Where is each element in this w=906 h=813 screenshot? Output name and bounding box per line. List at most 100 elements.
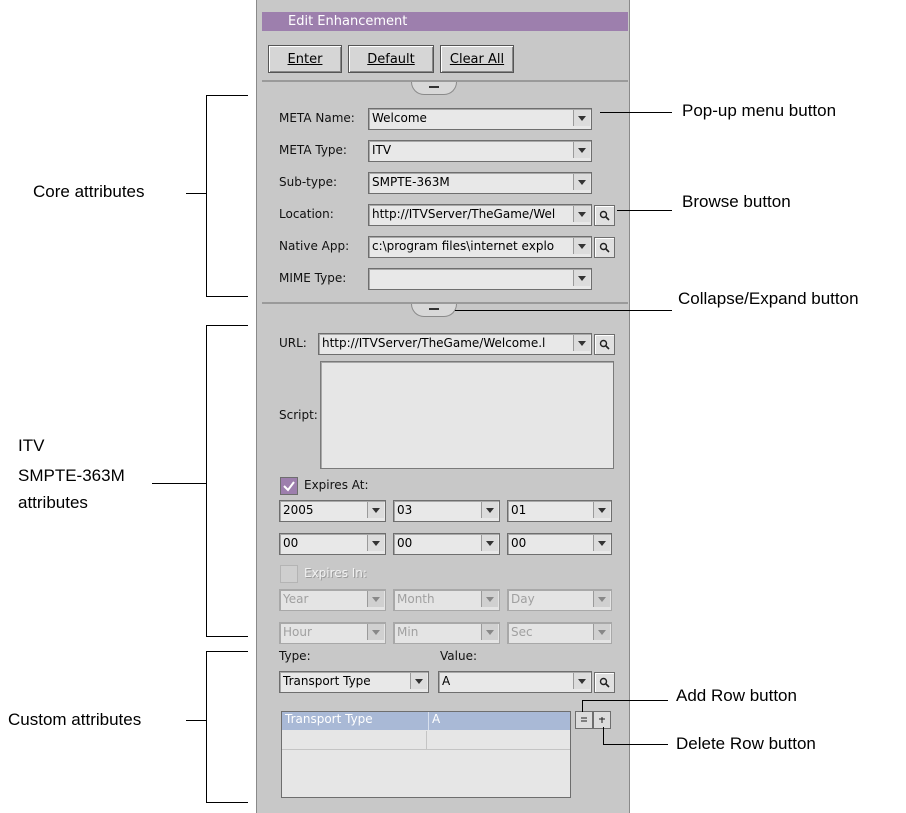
custom-browse-button[interactable] <box>594 672 615 693</box>
bracket-line <box>206 802 248 803</box>
bracket-line <box>206 325 248 326</box>
clear-all-button[interactable]: Clear All <box>440 45 514 73</box>
mime-type-label: MIME Type: <box>279 271 347 285</box>
expires-month-select[interactable]: 03 <box>393 500 500 522</box>
browse-button-callout: Browse button <box>682 192 791 211</box>
expires-minute-select[interactable]: 00 <box>393 533 500 555</box>
add-row-icon <box>581 717 587 722</box>
chevron-down-icon[interactable] <box>573 335 590 351</box>
bracket-line <box>206 95 248 96</box>
expires-day-select[interactable]: 01 <box>507 500 612 522</box>
expires-minute-value: 00 <box>397 536 413 550</box>
custom-value-value: A <box>442 674 451 688</box>
table-cell-type: Transport Type <box>285 712 373 726</box>
expires-in-sec-select: Sec <box>507 622 612 644</box>
core-attributes-callout: Core attributes <box>33 182 145 201</box>
expires-year-select[interactable]: 2005 <box>279 500 386 522</box>
bracket-line <box>206 651 248 652</box>
bracket-line <box>186 193 206 194</box>
expires-at-checkbox[interactable] <box>280 477 298 495</box>
custom-value-label: Value: <box>440 649 477 663</box>
meta-type-select[interactable]: ITV <box>368 140 592 162</box>
bracket-line <box>206 95 207 297</box>
mime-type-select[interactable] <box>368 268 592 290</box>
subtype-select[interactable]: SMPTE-363M <box>368 172 592 194</box>
native-app-browse-button[interactable] <box>594 237 615 258</box>
clear-all-button-label: Clear All <box>449 51 505 67</box>
expires-hour-select[interactable]: 00 <box>279 533 386 555</box>
url-browse-button[interactable] <box>594 334 615 355</box>
enter-button-label: Enter <box>287 51 323 67</box>
chevron-down-icon <box>367 591 384 607</box>
expires-in-checkbox[interactable] <box>280 565 298 583</box>
custom-attributes-callout: Custom attributes <box>8 710 142 729</box>
panel-title: Edit Enhancement <box>288 14 408 29</box>
chevron-down-icon[interactable] <box>410 673 427 689</box>
chevron-down-icon[interactable] <box>573 110 590 126</box>
chevron-down-icon[interactable] <box>367 535 384 551</box>
location-browse-button[interactable] <box>594 205 615 226</box>
script-label: Script: <box>279 408 318 422</box>
callout-line <box>582 700 583 712</box>
chevron-down-icon[interactable] <box>481 502 498 518</box>
expires-in-year-select: Year <box>279 589 386 611</box>
chevron-down-icon[interactable] <box>593 535 610 551</box>
chevron-down-icon[interactable] <box>573 142 590 158</box>
chevron-down-icon <box>593 624 610 640</box>
chevron-down-icon <box>367 624 384 640</box>
expires-second-select[interactable]: 00 <box>507 533 612 555</box>
callout-line <box>600 112 672 113</box>
expires-in-label: Expires In: <box>304 566 367 580</box>
delete-row-button[interactable] <box>593 711 611 729</box>
chevron-down-icon[interactable] <box>481 535 498 551</box>
table-row[interactable] <box>282 731 570 750</box>
popup-menu-callout: Pop-up menu button <box>682 101 837 120</box>
expires-in-year-value: Year <box>283 592 309 606</box>
delete-row-icon <box>599 717 605 723</box>
default-button[interactable]: Default <box>348 45 434 73</box>
chevron-down-icon[interactable] <box>573 206 590 222</box>
meta-name-select[interactable]: Welcome <box>368 108 592 130</box>
bracket-line <box>152 483 206 484</box>
enter-button[interactable]: Enter <box>268 45 342 73</box>
expires-second-value: 00 <box>511 536 527 550</box>
chevron-down-icon[interactable] <box>573 270 590 286</box>
custom-attributes-table[interactable]: Transport Type A <box>281 711 571 798</box>
itv-callout-line1: ITV <box>18 436 45 455</box>
expires-in-hour-value: Hour <box>283 625 312 639</box>
native-app-select[interactable]: c:\program files\internet explo <box>368 236 592 258</box>
custom-type-select[interactable]: Transport Type <box>279 671 429 693</box>
chevron-down-icon[interactable] <box>367 502 384 518</box>
expires-in-hour-select: Hour <box>279 622 386 644</box>
location-label: Location: <box>279 207 334 221</box>
location-select[interactable]: http://ITVServer/TheGame/Wel <box>368 204 592 226</box>
url-select[interactable]: http://ITVServer/TheGame/Welcome.l <box>318 333 592 355</box>
native-app-value: c:\program files\internet explo <box>372 239 555 253</box>
chevron-down-icon[interactable] <box>573 238 590 254</box>
expires-hour-value: 00 <box>283 536 299 550</box>
chevron-down-icon <box>593 591 610 607</box>
expires-in-min-value: Min <box>397 625 419 639</box>
chevron-down-icon[interactable] <box>573 673 590 689</box>
callout-line <box>617 210 672 211</box>
custom-value-select[interactable]: A <box>438 671 592 693</box>
custom-type-label: Type: <box>279 649 311 663</box>
subtype-label: Sub-type: <box>279 175 338 189</box>
expires-in-month-value: Month <box>397 592 435 606</box>
collapse-expand-callout: Collapse/Expand button <box>678 289 859 308</box>
magnifier-icon <box>599 242 610 253</box>
collapse-expand-itv-button[interactable] <box>411 304 457 317</box>
panel-titlebar: Edit Enhancement <box>262 12 628 31</box>
chevron-down-icon[interactable] <box>573 174 590 190</box>
add-row-button[interactable] <box>575 711 593 729</box>
expires-year-value: 2005 <box>283 503 314 517</box>
script-textarea[interactable] <box>320 361 614 469</box>
bracket-line <box>206 651 207 803</box>
bracket-line <box>206 325 207 637</box>
collapse-expand-core-button[interactable] <box>411 82 457 95</box>
table-row[interactable]: Transport Type A <box>282 712 570 730</box>
chevron-down-icon[interactable] <box>593 502 610 518</box>
expires-in-day-select: Day <box>507 589 612 611</box>
checkmark-icon <box>283 481 295 492</box>
magnifier-icon <box>599 210 610 221</box>
